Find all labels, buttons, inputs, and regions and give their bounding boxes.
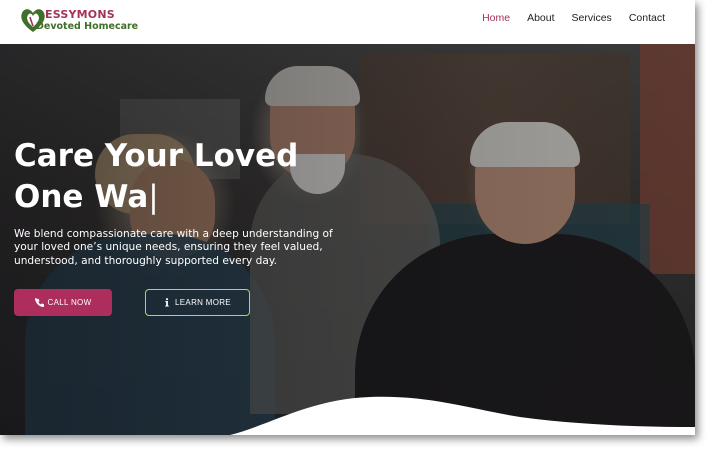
hero-section: Care Your Loved One Wa| We blend compass… xyxy=(0,44,695,435)
browser-viewport: ESSYMONS Devoted Homecare Home About Ser… xyxy=(0,0,695,435)
nav-services[interactable]: Services xyxy=(572,12,612,24)
site-header: ESSYMONS Devoted Homecare Home About Ser… xyxy=(0,0,695,44)
learn-more-button[interactable]: LEARN MORE xyxy=(145,289,250,316)
main-nav: Home About Services Contact xyxy=(465,12,665,24)
nav-about[interactable]: About xyxy=(527,12,554,24)
hero-description: We blend compassionate care with a deep … xyxy=(14,228,333,267)
logo-brand-name: ESSYMONS xyxy=(45,8,115,21)
learn-more-label: LEARN MORE xyxy=(175,298,231,307)
call-now-label: CALL NOW xyxy=(47,298,92,307)
hero-headline-line1: Care Your Loved xyxy=(14,138,299,174)
site-logo[interactable]: ESSYMONS Devoted Homecare xyxy=(18,5,138,35)
hero-headline-line2: One Wa xyxy=(14,179,149,215)
phone-icon xyxy=(34,298,44,307)
call-now-button[interactable]: CALL NOW xyxy=(14,289,112,316)
hero-bottom-wave xyxy=(0,396,695,435)
nav-contact[interactable]: Contact xyxy=(629,12,665,24)
hero-headline: Care Your Loved One Wa| xyxy=(14,136,298,218)
nav-home[interactable]: Home xyxy=(482,12,510,24)
info-icon xyxy=(165,298,169,307)
typing-cursor: | xyxy=(148,179,159,215)
logo-tagline: Devoted Homecare xyxy=(36,21,139,32)
